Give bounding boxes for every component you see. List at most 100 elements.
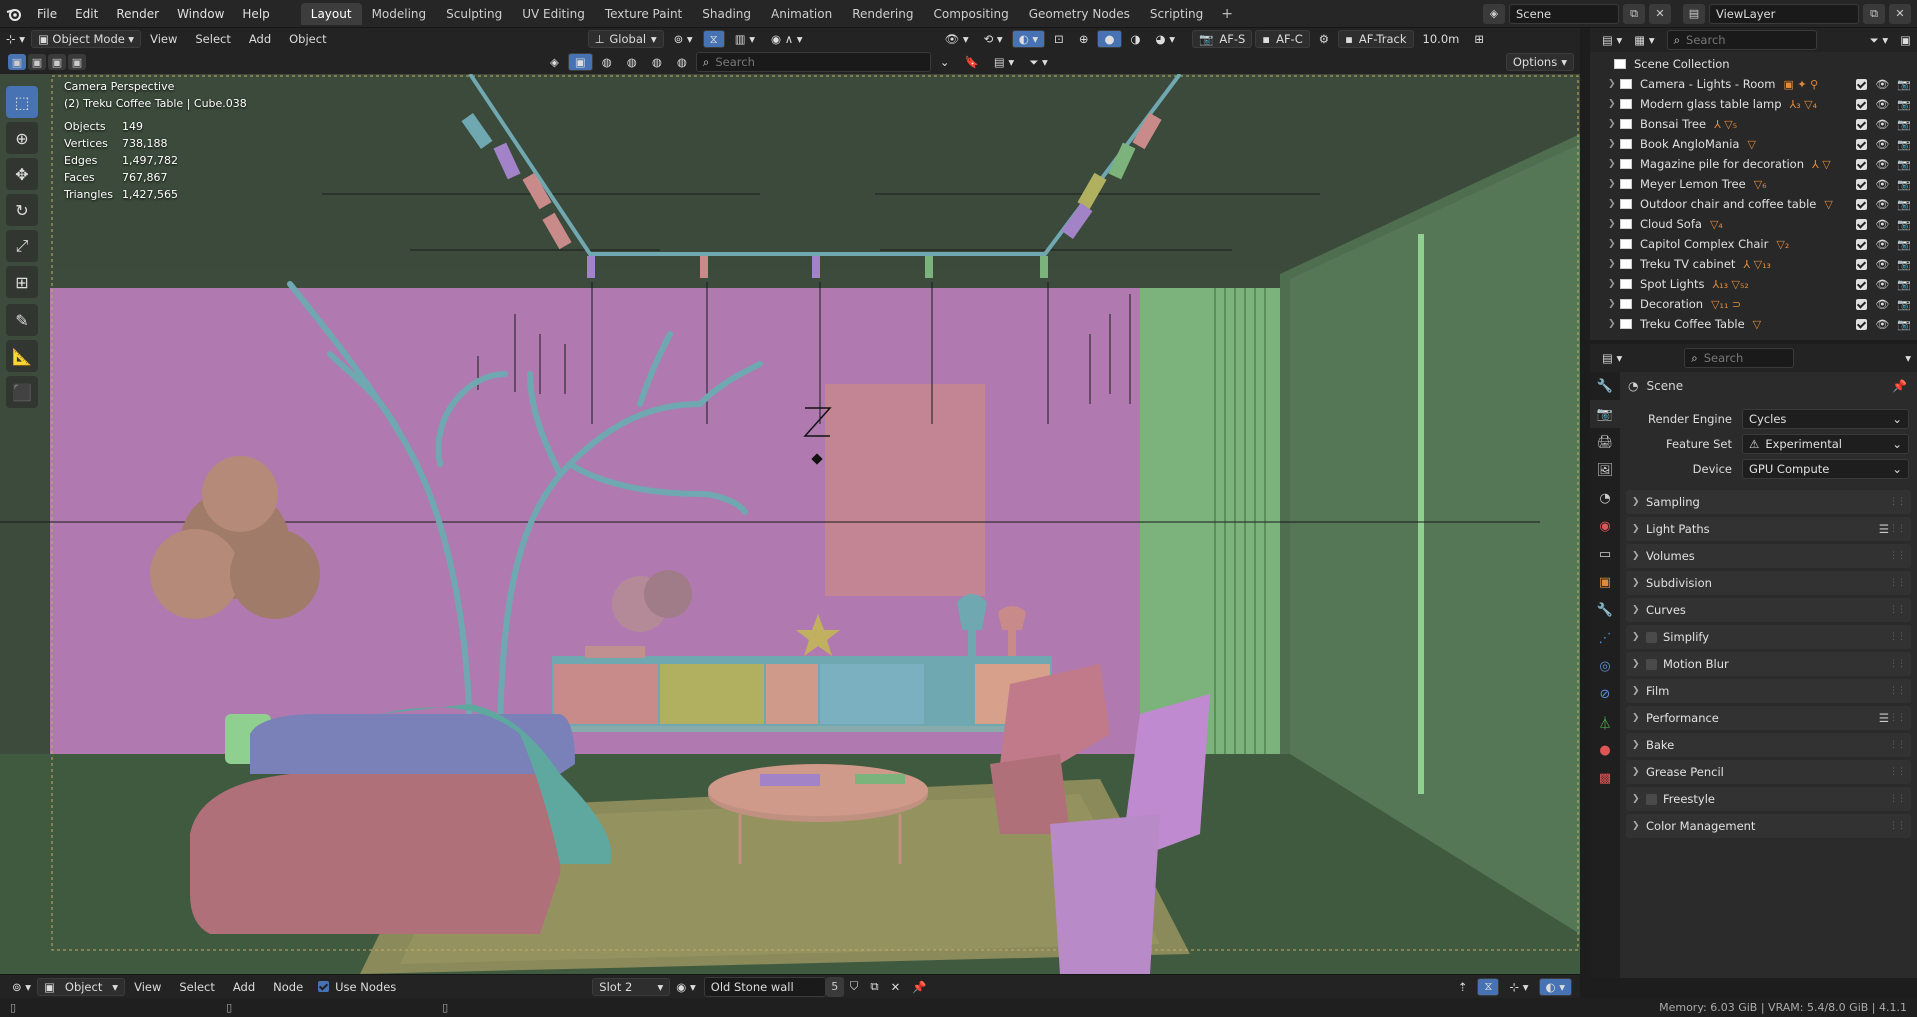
panel-sampling[interactable]: ❯ Sampling ⋮⋮ — [1626, 490, 1911, 514]
shader-type-dropdown[interactable]: ▣ Object ▾ — [37, 977, 126, 996]
scene-name-field[interactable]: Scene — [1509, 3, 1619, 24]
funnel-icon[interactable]: ⏷ ▾ — [1023, 53, 1054, 71]
exclude-checkbox[interactable] — [1856, 278, 1868, 290]
feature-set-dropdown[interactable]: ⚠ Experimental ⌄ — [1742, 433, 1909, 454]
use-nodes-checkbox[interactable] — [318, 981, 330, 992]
outliner-item[interactable]: ❯ Treku Coffee Table ▽ 👁 📷 — [1590, 314, 1917, 334]
camera-icon[interactable]: 📷 — [1897, 218, 1911, 231]
panel-performance[interactable]: ❯ Performance ☰ ⋮⋮ — [1626, 706, 1911, 730]
tab-sculpting[interactable]: Sculpting — [436, 3, 512, 25]
camera-icon[interactable]: 📷 — [1897, 278, 1911, 291]
material-preview-icon[interactable]: ◈ — [544, 53, 565, 71]
panel-freestyle[interactable]: ❯ Freestyle ⋮⋮ — [1626, 787, 1911, 811]
node-editor-type-icon[interactable]: ⊚ ▾ — [6, 978, 37, 996]
camera-icon[interactable]: 📷 — [1897, 158, 1911, 171]
exclude-checkbox[interactable] — [1856, 78, 1868, 90]
tab-scripting[interactable]: Scripting — [1140, 3, 1213, 25]
panel-simplify[interactable]: ❯ Simplify ⋮⋮ — [1626, 625, 1911, 649]
tab-compositing[interactable]: Compositing — [923, 3, 1018, 25]
node-menu-view[interactable]: View — [125, 978, 170, 996]
visibility-button[interactable]: 👁 ▾ — [939, 30, 975, 48]
panel-curves[interactable]: ❯ Curves ⋮⋮ — [1626, 598, 1911, 622]
expand-icon[interactable]: ❯ — [1608, 119, 1620, 129]
blender-logo-icon[interactable] — [0, 0, 28, 28]
outliner-editor-type-icon[interactable]: ▤ ▾ — [1596, 31, 1628, 49]
panel-film[interactable]: ❯ Film ⋮⋮ — [1626, 679, 1911, 703]
funnel-icon[interactable]: ⏷ ▾ — [1863, 31, 1894, 49]
drag-grip-icon[interactable]: ⋮⋮ — [1889, 713, 1906, 723]
af-s-button[interactable]: 📷 AF-S — [1192, 30, 1253, 48]
eye-icon[interactable]: 👁 — [1875, 178, 1889, 191]
proportional-editing-button[interactable]: ◉ ∧ ▾ — [765, 30, 809, 48]
tab-shading[interactable]: Shading — [692, 3, 761, 25]
parent-node-icon[interactable]: ⇡ — [1452, 978, 1474, 996]
viewlayer-name-field[interactable]: ViewLayer — [1709, 3, 1859, 24]
node-menu-node[interactable]: Node — [264, 978, 312, 996]
asset-search-input[interactable]: ⌕ Search — [695, 52, 931, 72]
panel-bake[interactable]: ❯ Bake ⋮⋮ — [1626, 733, 1911, 757]
drag-grip-icon[interactable]: ⋮⋮ — [1889, 632, 1906, 642]
exclude-checkbox[interactable] — [1856, 138, 1868, 150]
drag-grip-icon[interactable]: ⋮⋮ — [1889, 578, 1906, 588]
filter-dropdown[interactable]: ⌄ — [934, 53, 956, 71]
camera-icon[interactable]: 📷 — [1897, 258, 1911, 271]
camera-icon[interactable]: 📷 — [1897, 178, 1911, 191]
3d-viewport[interactable] — [0, 74, 1580, 974]
select-intersect-icon[interactable]: ▣ — [68, 54, 86, 70]
constraints-tab-icon[interactable]: ⊘ — [1590, 680, 1620, 708]
physics-tab-icon[interactable]: ◎ — [1590, 652, 1620, 680]
outliner-item[interactable]: ❯ Capitol Complex Chair ▽₂ 👁 📷 — [1590, 234, 1917, 254]
material-name-field[interactable]: Old Stone wall — [703, 976, 826, 997]
display-mode-icon[interactable]: ▦ ▾ — [1628, 31, 1660, 49]
filter-icon-5[interactable]: ◍ — [671, 53, 693, 71]
menu-edit[interactable]: Edit — [66, 0, 107, 28]
expand-icon[interactable]: ❯ — [1608, 79, 1620, 89]
drag-grip-icon[interactable]: ⋮⋮ — [1889, 686, 1906, 696]
select-box-icon[interactable]: ⬚ — [6, 86, 38, 118]
pin-icon[interactable]: 📌 — [1892, 379, 1907, 393]
panel-subdivision[interactable]: ❯ Subdivision ⋮⋮ — [1626, 571, 1911, 595]
panel-color-management[interactable]: ❯ Color Management ⋮⋮ — [1626, 814, 1911, 838]
drag-grip-icon[interactable]: ⋮⋮ — [1889, 794, 1906, 804]
af-track-button[interactable]: ▪ AF-Track — [1338, 30, 1414, 48]
camera-icon[interactable]: 📷 — [1897, 98, 1911, 111]
outliner-item[interactable]: ❯ Meyer Lemon Tree ▽₆ 👁 📷 — [1590, 174, 1917, 194]
panel-enable-checkbox[interactable] — [1646, 658, 1657, 670]
outliner-item[interactable]: ❯ Magazine pile for decoration ⅄ ▽ 👁 📷 — [1590, 154, 1917, 174]
expand-icon[interactable]: ❯ — [1608, 159, 1620, 169]
select-subtract-icon[interactable]: ▣ — [48, 54, 66, 70]
scale-icon[interactable]: ⤢ — [6, 230, 38, 262]
snap-settings-icon[interactable]: ⊹ ▾ — [1503, 978, 1534, 996]
tab-geometry-nodes[interactable]: Geometry Nodes — [1019, 3, 1140, 25]
focus-icon[interactable]: ⚙ — [1313, 30, 1335, 48]
eye-icon[interactable]: 👁 — [1875, 278, 1889, 291]
tool-tab-icon[interactable]: 🔧 — [1590, 372, 1620, 400]
data-tab-icon[interactable]: ⏃ — [1590, 708, 1620, 736]
cursor-icon[interactable]: ⊕ — [6, 122, 38, 154]
snap-toggle[interactable]: ⧖ — [702, 30, 725, 48]
expand-icon[interactable]: ❯ — [1608, 99, 1620, 109]
eye-icon[interactable]: 👁 — [1875, 158, 1889, 171]
exclude-checkbox[interactable] — [1856, 198, 1868, 210]
pin-icon[interactable]: 📌 — [906, 978, 932, 996]
expand-icon[interactable]: ❯ — [1608, 219, 1620, 229]
eye-icon[interactable]: 👁 — [1875, 118, 1889, 131]
outliner-item[interactable]: ❯ Modern glass table lamp ⅄₃ ▽₄ 👁 📷 — [1590, 94, 1917, 114]
focus-distance[interactable]: 10.0m — [1417, 30, 1466, 48]
texture-tab-icon[interactable]: ▩ — [1590, 764, 1620, 792]
exclude-checkbox[interactable] — [1856, 118, 1868, 130]
gizmo-button[interactable]: ⟲ ▾ — [978, 30, 1009, 48]
expand-icon[interactable]: ❯ — [1608, 239, 1620, 249]
options-button[interactable]: Options ▾ — [1505, 53, 1574, 71]
filter-icon-4[interactable]: ◍ — [646, 53, 668, 71]
eye-icon[interactable]: 👁 — [1875, 238, 1889, 251]
camera-icon[interactable]: 📷 — [1897, 78, 1911, 91]
exclude-checkbox[interactable] — [1856, 158, 1868, 170]
menu-file[interactable]: File — [28, 0, 66, 28]
viewport-menu-add[interactable]: Add — [240, 30, 280, 48]
tab-uv-editing[interactable]: UV Editing — [512, 3, 595, 25]
exclude-checkbox[interactable] — [1856, 258, 1868, 270]
properties-editor-type-icon[interactable]: ▤ ▾ — [1596, 349, 1628, 367]
eye-icon[interactable]: 👁 — [1875, 78, 1889, 91]
panel-volumes[interactable]: ❯ Volumes ⋮⋮ — [1626, 544, 1911, 568]
